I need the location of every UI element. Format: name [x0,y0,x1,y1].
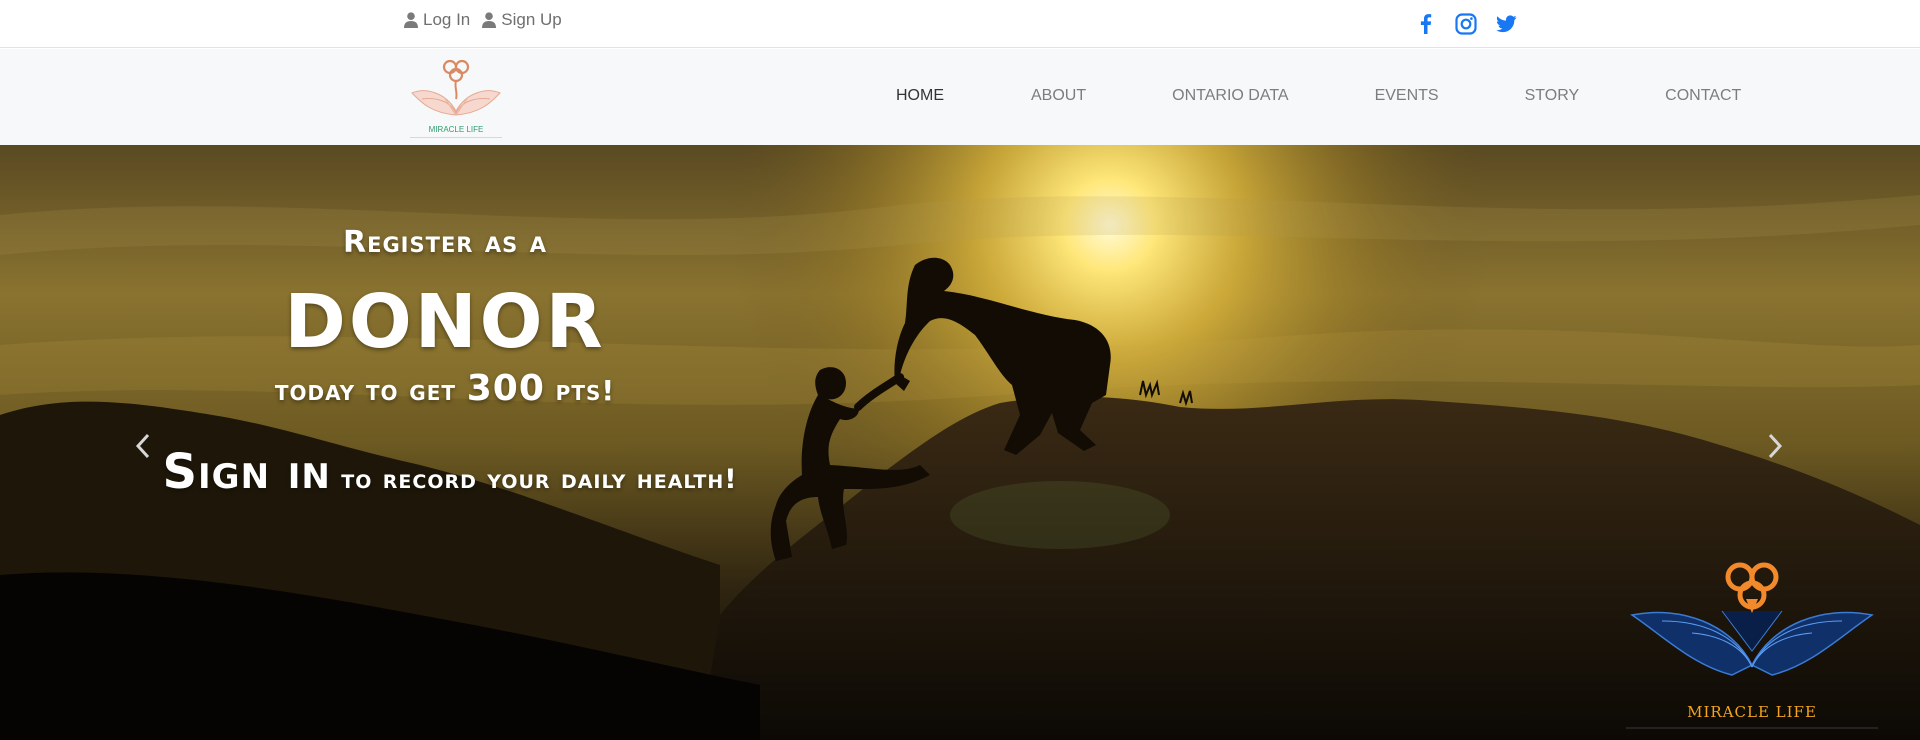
logo-text: MIRACLE LIFE [428,125,484,134]
auth-links: Log In Sign Up [404,10,562,30]
chevron-left-icon [135,433,150,459]
twitter-icon[interactable] [1494,12,1518,36]
badge-divider [1626,727,1878,729]
hero-points-text-a: today to get [274,374,456,407]
hero-signin-emphasis: Sign in [162,444,331,500]
nav-item-home[interactable]: HOME [896,87,944,105]
login-link[interactable]: Log In [404,10,470,30]
user-icon [404,12,418,28]
social-links [1414,12,1518,36]
login-label: Log In [423,10,471,29]
nav-item-contact[interactable]: CONTACT [1665,87,1741,105]
nav-item-events[interactable]: EVENTS [1375,87,1439,105]
hero-carousel: Register as a DONOR today to get 300 pts… [0,145,1920,740]
nav-item-story[interactable]: STORY [1525,87,1580,105]
carousel-next-button[interactable] [1762,431,1786,461]
nav-menu: HOME ABOUT ONTARIO DATA EVENTS STORY CON… [896,87,1741,105]
badge-emblem-icon [1630,562,1874,676]
facebook-icon[interactable] [1414,12,1438,36]
nav-item-ontario-data[interactable]: ONTARIO DATA [1172,87,1288,105]
carousel-prev-button[interactable] [132,431,156,461]
hero-register-heading: Register as a [343,225,547,260]
badge-text: MIRACLE LIFE [1687,703,1817,721]
hero-points-heading: today to get 300 pts! [205,368,685,409]
signup-label: Sign Up [501,10,562,29]
chevron-right-icon [1768,433,1783,459]
hero-points-text-b: pts! [555,374,616,407]
miracle-life-logo[interactable]: MIRACLE LIFE [406,53,506,141]
miracle-life-badge: MIRACLE LIFE [1622,555,1882,735]
hero-signin-heading: Sign in to record your daily health! [110,448,790,499]
main-navbar: MIRACLE LIFE HOME ABOUT ONTARIO DATA EVE… [0,49,1920,145]
hero-donor-heading: DONOR [284,279,606,365]
signup-link[interactable]: Sign Up [482,10,562,30]
instagram-icon[interactable] [1454,12,1478,36]
hero-points-number: 300 [466,368,545,409]
nav-item-about[interactable]: ABOUT [1031,87,1086,105]
user-icon [482,12,497,28]
top-bar: Log In Sign Up [0,0,1920,48]
logo-emblem-icon [411,59,501,117]
hero-signin-text: to record your daily health! [341,464,738,495]
logo-divider [410,137,502,138]
